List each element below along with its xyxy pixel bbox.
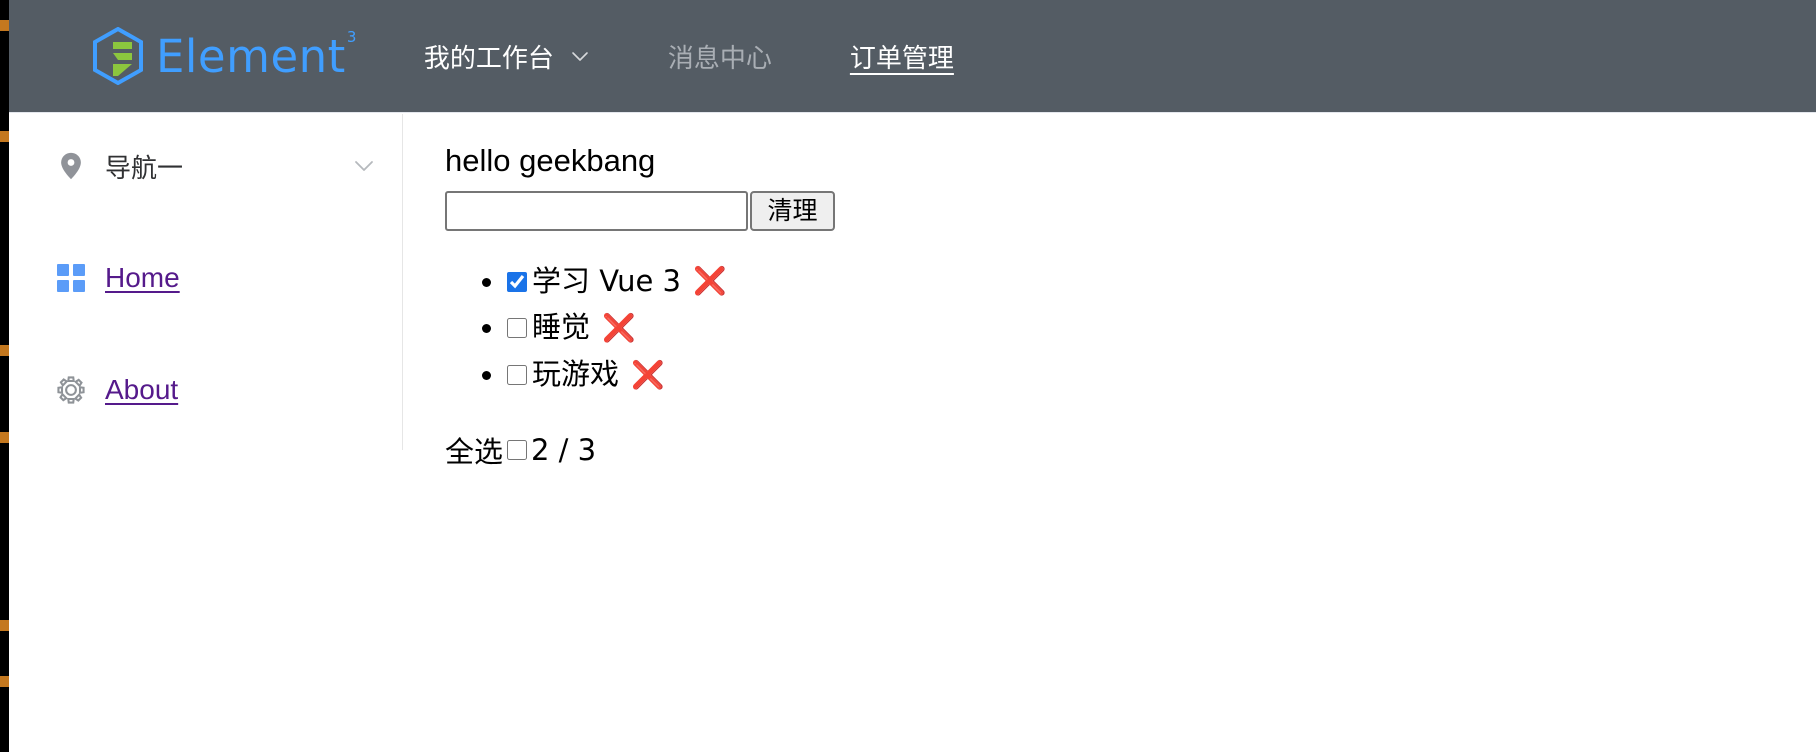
gear-icon bbox=[55, 374, 87, 406]
brand-logo: Element3 bbox=[92, 27, 356, 85]
select-all-checkbox[interactable] bbox=[507, 439, 528, 460]
overview-ruler-mark bbox=[0, 620, 9, 631]
nav-item-message-center[interactable]: 消息中心 bbox=[668, 0, 772, 112]
delete-todo-icon[interactable]: ❌ bbox=[693, 268, 727, 295]
sidebar-group-label: 导航一 bbox=[105, 152, 184, 183]
chevron-down-icon bbox=[572, 52, 588, 61]
grid-squares-icon bbox=[55, 262, 87, 294]
app-header: Element3 我的工作台 消息中心 订单管理 bbox=[9, 0, 1816, 113]
delete-todo-icon[interactable]: ❌ bbox=[602, 315, 636, 342]
todo-entry-row: 清理 bbox=[445, 190, 1816, 231]
overview-ruler-mark bbox=[0, 20, 9, 31]
overview-ruler-mark bbox=[0, 345, 9, 356]
nav-item-workbench[interactable]: 我的工作台 bbox=[424, 0, 590, 112]
todo-input[interactable] bbox=[445, 190, 748, 231]
todo-footer: 全选 2 / 3 bbox=[445, 429, 1816, 471]
brand-superscript: 3 bbox=[346, 27, 357, 46]
todo-checkbox[interactable] bbox=[507, 271, 527, 292]
sidebar-group-nav-one[interactable]: 导航一 bbox=[9, 142, 402, 190]
main-content: hello geekbang 清理 学习 Vue 3 ❌ 睡觉 ❌ 玩游戏 ❌ bbox=[404, 114, 1816, 752]
nav-item-order-management-label: 订单管理 bbox=[849, 42, 954, 73]
todo-count: 2 / 3 bbox=[531, 432, 597, 467]
overview-ruler-mark bbox=[0, 432, 9, 443]
todo-label: 玩游戏 bbox=[532, 357, 620, 392]
element-hexagon-logo-icon bbox=[93, 27, 143, 85]
todo-item: 睡觉 ❌ bbox=[507, 305, 1816, 352]
sidebar: 导航一 Home About bbox=[9, 114, 403, 450]
delete-todo-icon[interactable]: ❌ bbox=[631, 362, 665, 389]
page-title: hello geekbang bbox=[445, 143, 656, 178]
overview-ruler-mark bbox=[0, 676, 9, 687]
todo-list: 学习 Vue 3 ❌ 睡觉 ❌ 玩游戏 ❌ bbox=[445, 259, 1816, 399]
main-nav: 我的工作台 消息中心 订单管理 bbox=[424, 0, 1032, 112]
sidebar-item-about[interactable]: About bbox=[9, 366, 402, 414]
todo-item: 学习 Vue 3 ❌ bbox=[507, 259, 1816, 306]
todo-label: 睡觉 bbox=[532, 310, 591, 345]
nav-item-order-management[interactable]: 订单管理 bbox=[850, 0, 954, 112]
clear-button[interactable]: 清理 bbox=[750, 190, 835, 231]
brand-name-text: Element bbox=[156, 29, 346, 83]
sidebar-item-home[interactable]: Home bbox=[9, 254, 402, 302]
todo-item: 玩游戏 ❌ bbox=[507, 352, 1816, 399]
todo-checkbox[interactable] bbox=[507, 318, 527, 339]
overview-ruler-strip bbox=[0, 0, 9, 752]
brand-name: Element3 bbox=[156, 29, 356, 79]
todo-checkbox[interactable] bbox=[507, 365, 527, 386]
sidebar-item-home-link[interactable]: Home bbox=[105, 262, 180, 294]
overview-ruler-mark bbox=[0, 131, 9, 142]
sidebar-item-about-link[interactable]: About bbox=[105, 374, 178, 406]
nav-item-workbench-label: 我的工作台 bbox=[423, 42, 554, 73]
location-pin-icon bbox=[55, 150, 87, 182]
select-all-label: 全选 bbox=[445, 434, 504, 469]
nav-item-message-center-label: 消息中心 bbox=[667, 42, 772, 73]
todo-label: 学习 Vue 3 bbox=[532, 263, 681, 298]
chevron-down-icon bbox=[355, 161, 373, 171]
